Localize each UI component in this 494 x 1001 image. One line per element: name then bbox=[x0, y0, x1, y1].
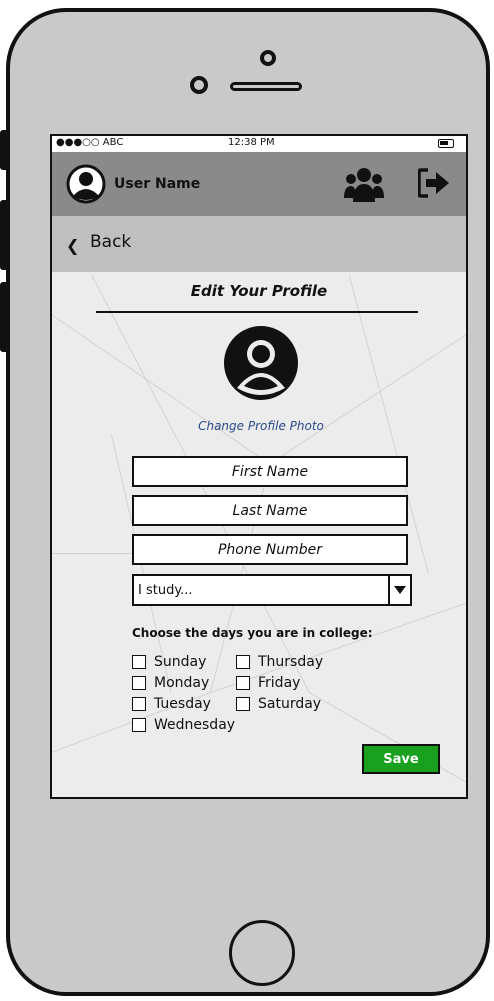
day-label: Friday bbox=[258, 675, 301, 691]
study-select-value: I study... bbox=[138, 583, 193, 598]
page-title: Edit Your Profile bbox=[190, 282, 328, 300]
day-label: Sunday bbox=[154, 654, 207, 670]
volume-up-button bbox=[0, 200, 10, 270]
phone-number-field[interactable] bbox=[132, 534, 408, 565]
profile-photo-icon[interactable] bbox=[220, 322, 302, 408]
checkbox-icon[interactable] bbox=[236, 676, 250, 690]
phone-number-input[interactable] bbox=[134, 536, 406, 563]
group-icon[interactable] bbox=[344, 166, 384, 206]
day-label: Tuesday bbox=[154, 696, 211, 712]
carrier-label: ●●●○○ ABC bbox=[56, 137, 124, 148]
user-avatar-icon[interactable] bbox=[66, 164, 106, 208]
clock-label: 12:38 PM bbox=[228, 137, 275, 148]
first-name-field[interactable] bbox=[132, 456, 408, 487]
day-checkbox-friday[interactable]: Friday bbox=[236, 675, 300, 691]
day-checkbox-sunday[interactable]: Sunday bbox=[132, 654, 206, 670]
change-photo-link[interactable]: Change Profile Photo bbox=[52, 419, 466, 433]
dropdown-arrow-icon[interactable] bbox=[388, 576, 410, 604]
status-bar: ●●●○○ ABC 12:38 PM bbox=[52, 136, 466, 152]
battery-icon bbox=[438, 139, 454, 148]
first-name-input[interactable] bbox=[134, 458, 406, 485]
home-button[interactable] bbox=[229, 920, 295, 986]
checkbox-icon[interactable] bbox=[132, 718, 146, 732]
camera-icon bbox=[260, 50, 276, 66]
day-checkbox-monday[interactable]: Monday bbox=[132, 675, 209, 691]
day-label: Saturday bbox=[258, 696, 322, 712]
user-name-label: User Name bbox=[114, 176, 201, 192]
chevron-left-icon: ❮ bbox=[66, 236, 80, 255]
last-name-field[interactable] bbox=[132, 495, 408, 526]
tab-bar bbox=[52, 798, 466, 799]
last-name-input[interactable] bbox=[134, 497, 406, 524]
speaker-icon bbox=[230, 82, 302, 91]
checkbox-icon[interactable] bbox=[132, 655, 146, 669]
save-button[interactable]: Save bbox=[362, 744, 440, 774]
checkbox-icon[interactable] bbox=[236, 655, 250, 669]
mute-switch bbox=[0, 130, 10, 170]
logout-icon[interactable] bbox=[417, 168, 450, 202]
checkbox-icon[interactable] bbox=[132, 676, 146, 690]
day-label: Wednesday bbox=[154, 717, 236, 733]
day-checkbox-tuesday[interactable]: Tuesday bbox=[132, 696, 211, 712]
checkbox-icon[interactable] bbox=[132, 697, 146, 711]
day-checkbox-thursday[interactable]: Thursday bbox=[236, 654, 323, 670]
checkbox-icon[interactable] bbox=[236, 697, 250, 711]
back-bar[interactable]: ❮ Back bbox=[52, 216, 466, 272]
study-select[interactable]: I study... bbox=[132, 574, 412, 606]
top-bar: User Name bbox=[52, 152, 466, 216]
day-label: Thursday bbox=[258, 654, 324, 670]
day-label: Monday bbox=[154, 675, 210, 691]
day-checkbox-wednesday[interactable]: Wednesday bbox=[132, 717, 235, 733]
sensor-icon bbox=[190, 76, 208, 94]
phone-screen: ●●●○○ ABC 12:38 PM User Name ❮ Back Edit… bbox=[50, 134, 468, 799]
days-label: Choose the days you are in college: bbox=[132, 626, 373, 640]
title-divider bbox=[96, 311, 418, 313]
day-checkbox-saturday[interactable]: Saturday bbox=[236, 696, 321, 712]
volume-down-button bbox=[0, 282, 10, 352]
back-button[interactable]: Back bbox=[90, 232, 131, 252]
